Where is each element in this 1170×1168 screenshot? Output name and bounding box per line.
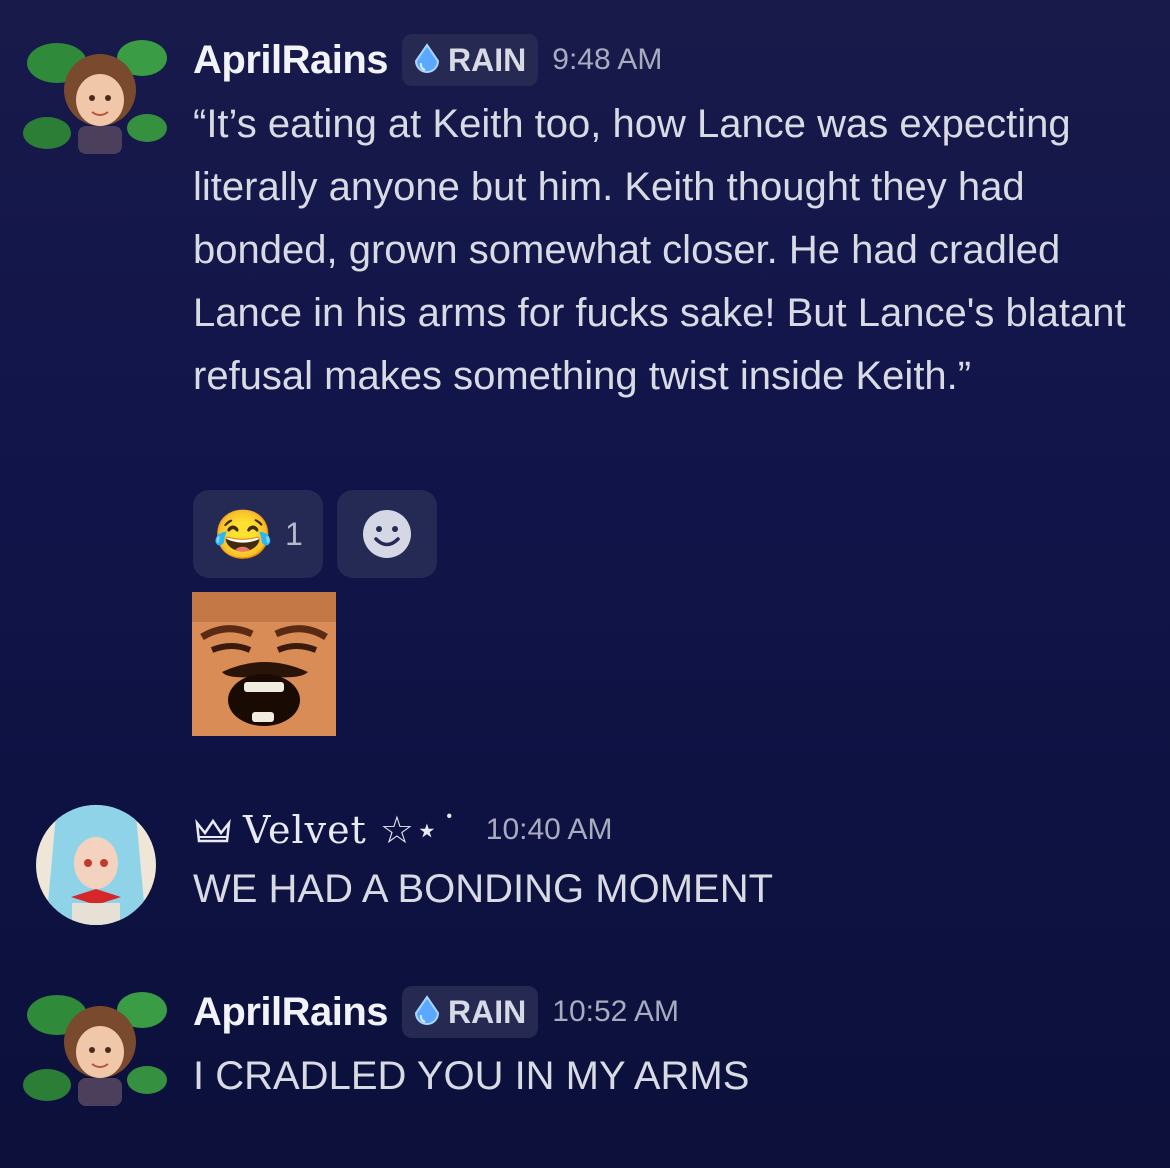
crown-icon: [195, 818, 231, 843]
message-text: WE HAD A BONDING MOMENT: [193, 867, 774, 911]
message-text: I CRADLED YOU IN MY ARMS: [193, 1054, 750, 1098]
message-header: AprilRains RAIN 10:52 AM: [193, 986, 679, 1038]
tears-of-joy-emoji-icon: 😂: [213, 508, 273, 562]
aprilrains-avatar[interactable]: [22, 28, 172, 158]
username[interactable]: AprilRains: [193, 990, 389, 1035]
message-header: AprilRains RAIN 9:48 AM: [193, 34, 662, 86]
username[interactable]: AprilRains: [193, 38, 389, 83]
water-drop-icon: [415, 43, 440, 73]
timestamp: 10:40 AM: [485, 813, 613, 846]
username[interactable]: Velvet ☆⋆˙: [243, 808, 460, 852]
server-tag[interactable]: RAIN: [402, 986, 539, 1038]
velvet-avatar[interactable]: [36, 805, 156, 925]
smiley-icon: [363, 510, 411, 558]
aprilrains-avatar[interactable]: [22, 980, 172, 1110]
add-reaction-button[interactable]: [337, 490, 437, 578]
message-text: “It’s eating at Keith too, how Lance was…: [193, 102, 1126, 398]
timestamp: 9:48 AM: [552, 43, 663, 76]
server-tag-label: RAIN: [448, 993, 527, 1030]
reaction-count: 1: [284, 515, 303, 552]
message-header: Velvet ☆⋆˙ 10:40 AM: [193, 804, 613, 856]
laughing-face-sticker[interactable]: [192, 592, 336, 736]
water-drop-icon: [415, 995, 440, 1025]
reaction-bar: 😂 1: [193, 490, 437, 578]
reaction-laugh[interactable]: 😂 1: [193, 490, 323, 578]
timestamp: 10:52 AM: [552, 995, 680, 1028]
server-tag[interactable]: RAIN: [402, 34, 539, 86]
server-tag-label: RAIN: [448, 41, 527, 78]
